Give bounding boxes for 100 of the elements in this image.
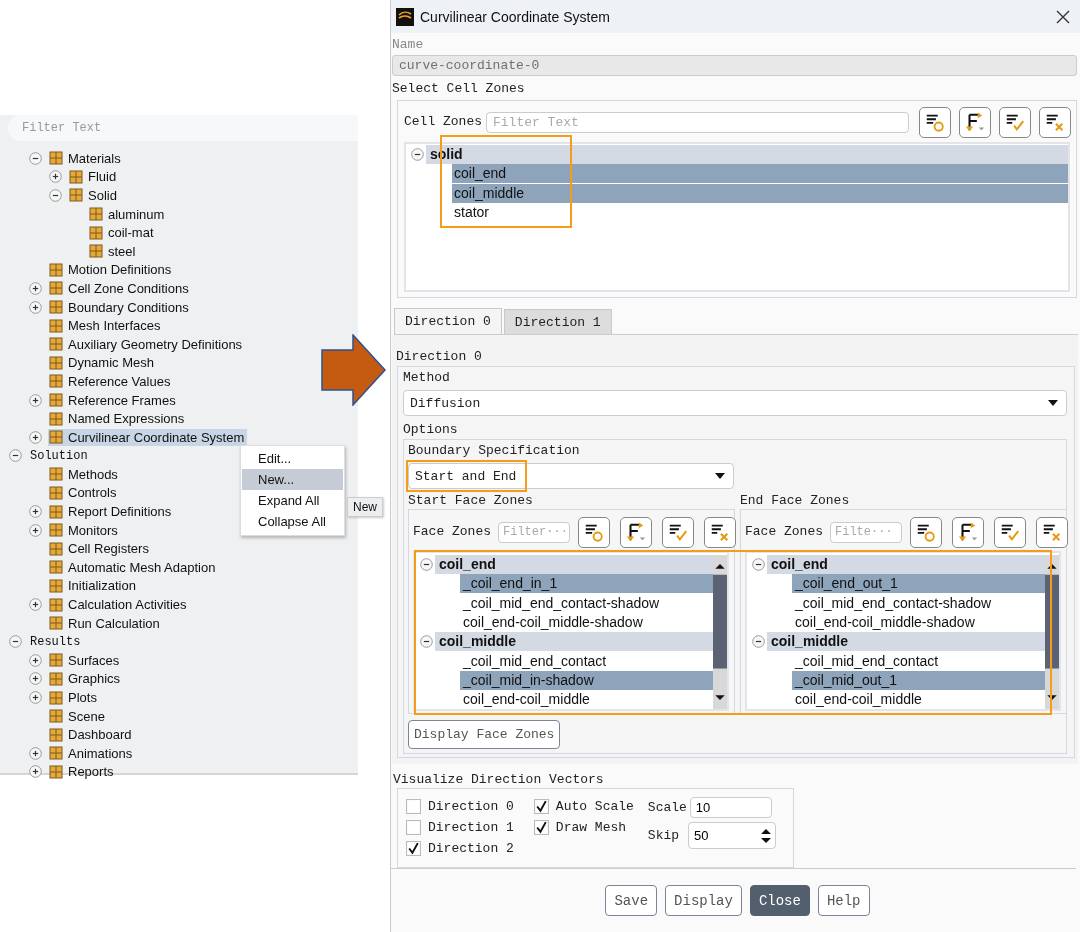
collapse-icon[interactable] (420, 635, 433, 649)
tree-item[interactable]: steel (88, 242, 139, 260)
filter-field[interactable]: Filte··· (830, 521, 902, 543)
toolbar-button[interactable] (994, 516, 1026, 548)
toolbar-button[interactable] (1039, 106, 1071, 138)
list-item[interactable]: _coil_end_out_1 (792, 574, 1045, 594)
tree-item[interactable]: Calculation Activities (48, 596, 190, 614)
expand-icon[interactable] (29, 523, 42, 537)
tree-item[interactable]: Dynamic Mesh (48, 354, 157, 372)
tab[interactable]: Direction 0 (394, 308, 502, 334)
checkbox[interactable] (406, 798, 421, 814)
checkbox[interactable] (533, 819, 549, 835)
menu-item[interactable]: Expand All (242, 490, 343, 511)
skip-spinner[interactable]: 50 (688, 822, 777, 849)
list-item[interactable]: _coil_mid_out_1 (792, 670, 1045, 690)
tree-item[interactable]: Curvilinear Coordinate System (48, 428, 248, 446)
expand-icon[interactable] (29, 393, 42, 407)
collapse-icon[interactable] (49, 189, 62, 202)
list-item[interactable]: coil_end-coil_middle (792, 690, 1045, 710)
toolbar-button[interactable] (620, 516, 652, 548)
tree-item[interactable]: Reference Values (48, 372, 174, 390)
toolbar-button[interactable] (999, 106, 1031, 138)
collapse-icon[interactable] (420, 558, 433, 572)
expand-icon[interactable] (29, 430, 42, 444)
tree-item[interactable]: Boundary Conditions (48, 298, 192, 316)
tree-item[interactable]: Initialization (48, 577, 139, 595)
expand-icon[interactable] (29, 746, 42, 760)
display-face-zones-button[interactable]: Display Face Zones (408, 720, 561, 749)
toolbar-button[interactable] (919, 106, 951, 138)
method-dropdown[interactable]: Diffusion (403, 390, 1067, 416)
tree-item[interactable]: Run Calculation (48, 614, 163, 632)
list-item[interactable]: coil_end-coil_middle-shadow (460, 613, 713, 633)
tree-item[interactable]: Cell Registers (48, 540, 152, 558)
toolbar-button[interactable] (952, 516, 984, 548)
collapse-icon[interactable] (752, 558, 765, 572)
section-header[interactable]: Results (28, 634, 83, 649)
expand-icon[interactable] (29, 281, 42, 295)
tree-item[interactable]: Fluid (68, 168, 120, 186)
tree-item[interactable]: Animations (48, 744, 136, 762)
expand-icon[interactable] (29, 300, 42, 314)
filter-field[interactable]: Filter··· (498, 521, 570, 543)
tree-item[interactable]: Reports (48, 763, 117, 781)
collapse-icon[interactable] (411, 148, 424, 162)
tree-item[interactable]: Controls (48, 484, 120, 502)
toolbar-button[interactable] (959, 106, 991, 138)
toolbar-button[interactable] (704, 516, 736, 548)
toolbar-button[interactable] (910, 516, 942, 548)
expand-icon[interactable] (29, 653, 42, 667)
dialog-button[interactable]: Save (605, 885, 658, 916)
tree-item[interactable]: Materials (48, 149, 124, 167)
expand-icon[interactable] (29, 765, 42, 779)
tree-item[interactable]: Mesh Interfaces (48, 317, 164, 335)
list-item[interactable]: stator (452, 203, 1068, 223)
tree-item[interactable]: Solid (68, 187, 120, 204)
tree-item[interactable]: Automatic Mesh Adaption (48, 558, 219, 576)
tree-item[interactable]: Scene (48, 707, 108, 725)
toolbar-button[interactable] (578, 516, 610, 548)
checkbox[interactable] (533, 798, 549, 814)
list-item[interactable]: _coil_mid_in-shadow (460, 670, 713, 690)
menu-item[interactable]: Collapse All (242, 511, 343, 532)
list-item[interactable]: _coil_mid_end_contact (460, 651, 713, 671)
list-item[interactable]: _coil_end_in_1 (460, 574, 713, 594)
scale-field[interactable]: 10 (689, 797, 772, 818)
list-item[interactable]: coil_middle (452, 183, 1068, 203)
tree-item[interactable]: Plots (48, 689, 100, 706)
list-item[interactable]: _coil_mid_end_contact-shadow (792, 593, 1045, 613)
tree-item[interactable]: Cell Zone Conditions (48, 279, 192, 297)
expand-icon[interactable] (29, 691, 42, 704)
tree-item[interactable]: Report Definitions (48, 503, 175, 521)
dialog-button[interactable]: Close (749, 885, 810, 916)
tree-item[interactable]: coil-mat (88, 224, 157, 242)
checkbox[interactable] (406, 819, 421, 835)
collapse-icon[interactable] (752, 635, 765, 649)
dialog-button[interactable]: Help (817, 885, 870, 916)
tree-item[interactable]: Dashboard (48, 726, 135, 744)
tree-item[interactable]: Motion Definitions (48, 261, 175, 279)
checkbox[interactable] (406, 840, 421, 856)
expand-icon[interactable] (29, 672, 42, 686)
group-header[interactable]: coil_end (435, 555, 713, 575)
tree-item[interactable]: Named Expressions (48, 410, 188, 428)
collapse-icon[interactable] (9, 635, 22, 649)
list-item[interactable]: coil_end-coil_middle-shadow (792, 613, 1045, 633)
boundary-dropdown[interactable]: Start and End (408, 463, 734, 489)
scrollbar[interactable] (713, 555, 727, 709)
dialog-button[interactable]: Display (665, 885, 742, 916)
tree-item[interactable]: aluminum (88, 205, 168, 223)
toolbar-button[interactable] (1036, 516, 1068, 548)
expand-icon[interactable] (29, 505, 42, 519)
list-item[interactable]: coil_end-coil_middle (460, 690, 713, 710)
expand-icon[interactable] (29, 598, 42, 612)
tree-item[interactable]: Reference Frames (48, 391, 179, 409)
section-header[interactable]: Solution (28, 448, 90, 463)
collapse-icon[interactable] (29, 151, 42, 165)
tree-item[interactable]: Surfaces (48, 651, 123, 669)
group-header[interactable]: coil_end (767, 555, 1045, 575)
group-header[interactable]: coil_middle (435, 632, 713, 652)
filter-field[interactable]: Filter Text (8, 115, 358, 141)
toolbar-button[interactable] (662, 516, 694, 548)
tree-item[interactable]: Monitors (48, 521, 121, 539)
filter-field[interactable]: Filter Text (486, 111, 909, 133)
